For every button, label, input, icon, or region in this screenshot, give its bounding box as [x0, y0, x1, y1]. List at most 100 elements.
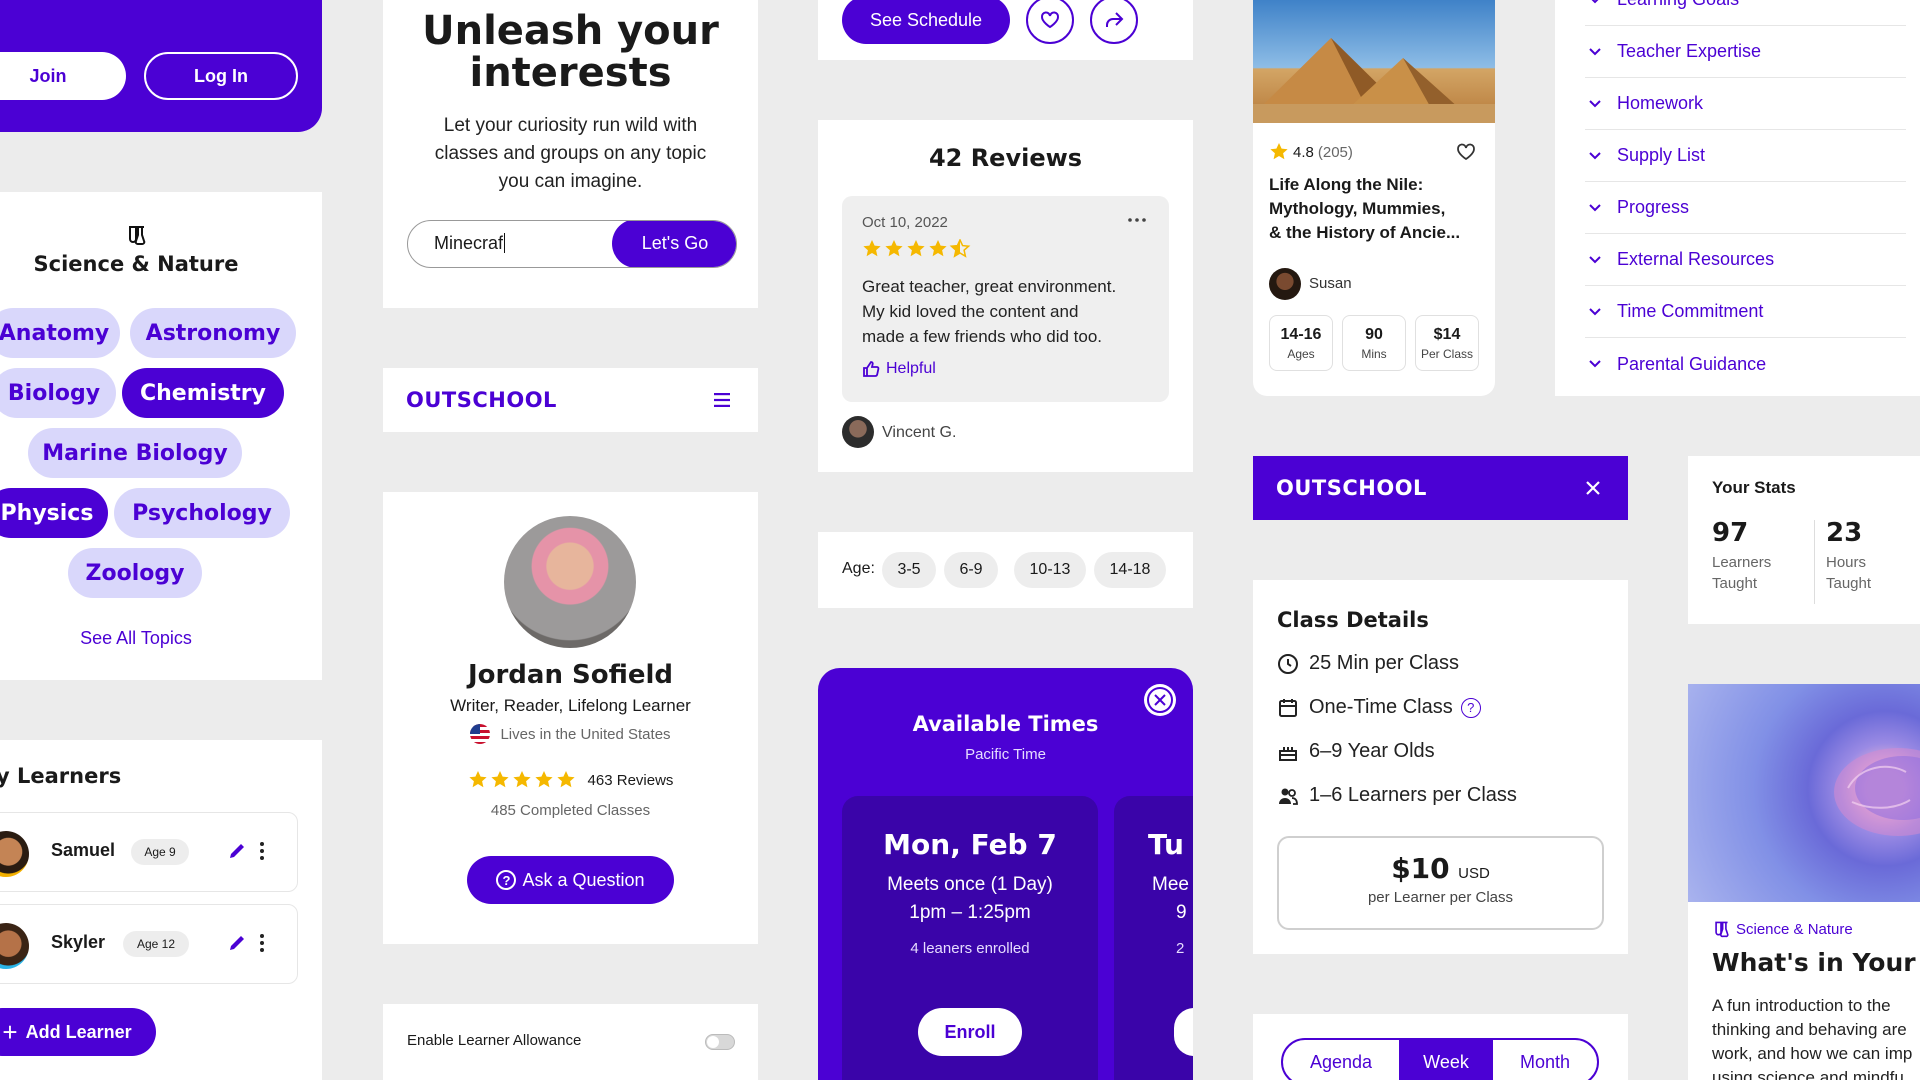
- accordion-progress[interactable]: Progress: [1585, 182, 1906, 234]
- enroll-button[interactable]: Enroll: [918, 1008, 1022, 1056]
- topic-zoology[interactable]: Zoology: [68, 548, 202, 598]
- accordion-external-resources[interactable]: External Resources: [1585, 234, 1906, 286]
- favorite-icon[interactable]: [1456, 143, 1476, 161]
- accordion-homework[interactable]: Homework: [1585, 78, 1906, 130]
- rating-count: (205): [1317, 143, 1353, 161]
- slot-time: 1pm – 1:25pm: [909, 902, 1031, 923]
- times-title: Available Times: [912, 712, 1099, 736]
- outschool-logo[interactable]: OUTSCHOOL: [1276, 476, 1427, 500]
- age-filter-label: Age:: [842, 560, 875, 577]
- view-month-button[interactable]: Month: [1493, 1040, 1597, 1080]
- hamburger-menu-icon[interactable]: [714, 393, 730, 407]
- helpful-button[interactable]: Helpful: [862, 360, 936, 378]
- learner-row[interactable]: Skyler Age 12: [0, 904, 298, 984]
- add-learner-button[interactable]: + Add Learner: [0, 1008, 156, 1056]
- detail-text: 6–9 Year Olds: [1309, 740, 1435, 762]
- mobile-header: OUTSCHOOL: [383, 368, 758, 432]
- detail-duration: 25 Min per Class: [1277, 652, 1459, 675]
- accordion-time-commitment[interactable]: Time Commitment: [1585, 286, 1906, 338]
- share-button[interactable]: [1090, 0, 1138, 44]
- more-vertical-icon[interactable]: [259, 841, 265, 861]
- accordion-supply-list[interactable]: Supply List: [1585, 130, 1906, 182]
- more-vertical-icon[interactable]: [259, 933, 265, 953]
- search-input[interactable]: Minecraf: [434, 233, 506, 254]
- schedule-card: See Schedule: [818, 0, 1193, 60]
- topic-chemistry[interactable]: Chemistry: [122, 368, 284, 418]
- topic-psychology[interactable]: Psychology: [114, 488, 290, 538]
- accordion-learning-goals[interactable]: Learning Goals: [1585, 0, 1906, 26]
- see-all-topics-link[interactable]: See All Topics: [0, 628, 272, 649]
- lets-go-button[interactable]: Let's Go: [612, 221, 736, 267]
- chevron-down-icon: [1589, 99, 1601, 107]
- close-icon[interactable]: [1585, 480, 1601, 496]
- learner-name: Skyler: [51, 932, 106, 952]
- view-toggle: Agenda Week Month: [1281, 1038, 1599, 1080]
- stat-value: 90: [1365, 326, 1383, 343]
- detail-text: 25 Min per Class: [1309, 652, 1460, 674]
- hero-subtitle-line2: classes and groups on any topic: [434, 143, 707, 164]
- pencil-icon[interactable]: [227, 841, 247, 861]
- favorite-button[interactable]: [1026, 0, 1074, 44]
- hero-subtitle-line3: you can imagine.: [498, 171, 643, 192]
- pencil-icon[interactable]: [227, 933, 247, 953]
- learner-row[interactable]: Samuel Age 9: [0, 812, 298, 892]
- chevron-down-icon: [1589, 203, 1601, 211]
- class-details-card: Class Details 25 Min per Class One-Time …: [1253, 580, 1628, 954]
- slot-enrolled: 4 leaners enrolled: [910, 940, 1030, 957]
- chevron-down-icon: [1589, 151, 1601, 159]
- view-agenda-button[interactable]: Agenda: [1283, 1040, 1399, 1080]
- accordion-label: External Resources: [1617, 249, 1775, 269]
- enroll-button[interactable]: [1174, 1008, 1193, 1056]
- allowance-toggle[interactable]: [705, 1034, 735, 1050]
- flask-icon: [1715, 921, 1729, 938]
- accordion-teacher-expertise[interactable]: Teacher Expertise: [1585, 26, 1906, 78]
- price-sub: per Learner per Class: [1367, 889, 1514, 906]
- hero-card: Unleash your interests Let your curiosit…: [383, 0, 758, 308]
- feature-body: A fun introduction to the thinking and b…: [1712, 994, 1912, 1080]
- chevron-down-icon: [1589, 360, 1601, 368]
- ask-question-button[interactable]: ? Ask a Question: [467, 856, 674, 904]
- more-horizontal-icon[interactable]: [1128, 218, 1146, 222]
- topic-physics[interactable]: Physics: [0, 488, 108, 538]
- join-button[interactable]: Join: [0, 52, 126, 100]
- class-listing-card[interactable]: 4.8 (205) Life Along the Nile: Mythology…: [1253, 0, 1495, 396]
- topic-anatomy[interactable]: Anatomy: [0, 308, 120, 358]
- outschool-logo[interactable]: OUTSCHOOL: [406, 388, 557, 412]
- stat-label: Per Class: [1420, 347, 1473, 361]
- question-circle-icon: ?: [496, 870, 517, 890]
- age-chip-3-5[interactable]: 3-5: [882, 552, 936, 588]
- slot-meets: Meets once (1 Day): [887, 874, 1053, 895]
- stat-value: 14-16: [1280, 326, 1322, 343]
- stat-label-line1: Learners: [1712, 554, 1772, 571]
- feature-body-line4: using science and mindfu: [1712, 1068, 1904, 1080]
- slot-day: Tu: [1148, 828, 1184, 861]
- accordion-label: Teacher Expertise: [1617, 41, 1762, 61]
- stats-card: Your Stats 97 Learners Taught 23 Hours T…: [1688, 456, 1920, 624]
- class-stat-ages: 14-16 Ages: [1269, 315, 1333, 371]
- teacher-tagline: Writer, Reader, Lifelong Learner: [450, 696, 691, 715]
- review-count: 463 Reviews: [587, 771, 674, 789]
- topic-biology[interactable]: Biology: [0, 368, 116, 418]
- age-chip-10-13[interactable]: 10-13: [1014, 552, 1086, 588]
- topic-astronomy[interactable]: Astronomy: [130, 308, 296, 358]
- rating-value: 4.8: [1293, 143, 1314, 161]
- learners-card: y Learners Samuel Age 9 Skyler Age 12 + …: [0, 740, 322, 1080]
- feature-card[interactable]: Science & Nature What's in Your I A fun …: [1688, 684, 1920, 1080]
- stat-value: 23: [1826, 518, 1863, 548]
- login-button[interactable]: Log In: [144, 52, 298, 100]
- age-chip-14-18[interactable]: 14-18: [1094, 552, 1166, 588]
- class-stat-mins: 90 Mins: [1342, 315, 1406, 371]
- chevron-down-icon: [1589, 47, 1601, 55]
- accordion-parental-guidance[interactable]: Parental Guidance: [1585, 338, 1906, 390]
- completed-classes: 485 Completed Classes: [490, 802, 651, 819]
- view-week-button[interactable]: Week: [1399, 1040, 1493, 1080]
- age-chip-6-9[interactable]: 6-9: [944, 552, 998, 588]
- text-caret: [504, 233, 506, 253]
- topic-marine-biology[interactable]: Marine Biology: [28, 428, 242, 478]
- accordion-card: Learning Goals Teacher Expertise Homewor…: [1555, 0, 1920, 396]
- help-circle-icon[interactable]: ?: [1460, 697, 1481, 718]
- stat-learners: 97 Learners Taught: [1712, 518, 1771, 592]
- reviews-card: 42 Reviews Oct 10, 2022 Great teacher, g…: [818, 120, 1193, 472]
- see-schedule-button[interactable]: See Schedule: [842, 0, 1010, 44]
- class-rating: 4.8 (205): [1269, 142, 1353, 162]
